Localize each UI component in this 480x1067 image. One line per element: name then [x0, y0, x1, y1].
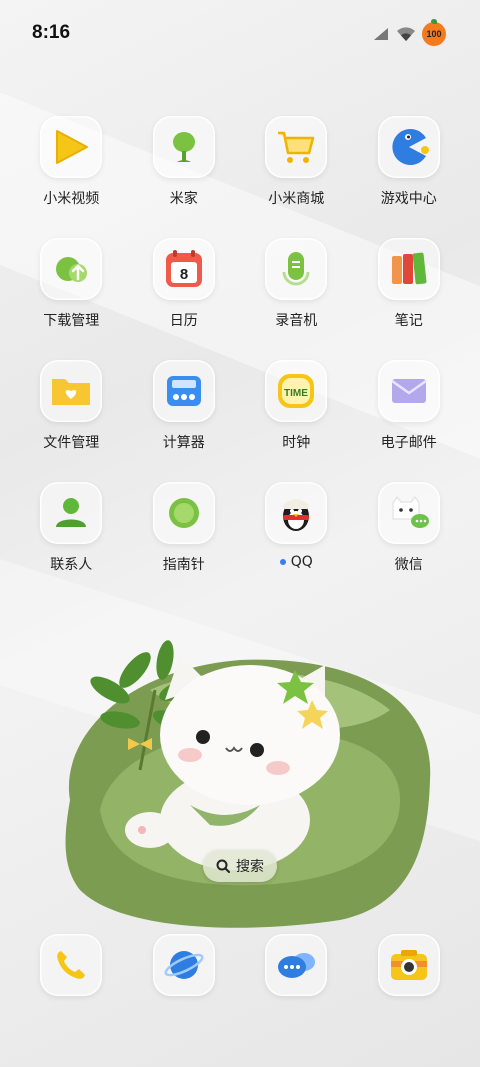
battery-icon: 100: [422, 19, 446, 46]
search-button[interactable]: 搜索: [203, 850, 277, 882]
app-label: 电子邮件: [380, 435, 437, 451]
app-label: 米家: [169, 191, 198, 207]
person-icon: [40, 482, 103, 544]
app-label: 小米视频: [43, 191, 100, 207]
calendar-day: 8: [180, 266, 188, 283]
dock-browser[interactable]: [128, 934, 241, 996]
app-label: 日历: [169, 313, 198, 329]
app-file-manager[interactable]: 文件管理: [15, 360, 128, 482]
search-label: 搜索: [236, 859, 264, 875]
app-email[interactable]: 电子邮件: [353, 360, 466, 482]
dock: [15, 934, 465, 996]
new-install-dot: [279, 559, 286, 565]
app-label: 文件管理: [43, 435, 100, 451]
signal-icon: [372, 27, 390, 41]
calculator-icon: [152, 360, 215, 422]
microphone-icon: [265, 238, 328, 300]
cart-icon: [265, 116, 328, 178]
app-calculator[interactable]: 计算器: [128, 360, 241, 482]
battery-level: 100: [426, 29, 442, 39]
phone-icon: [40, 934, 103, 996]
app-label: 联系人: [50, 557, 93, 573]
app-notes[interactable]: 笔记: [353, 238, 466, 360]
compass-icon: [152, 482, 215, 544]
app-game-center[interactable]: 游戏中心: [353, 116, 466, 238]
app-label: 下载管理: [43, 313, 100, 329]
play-icon: [40, 116, 103, 178]
app-recorder[interactable]: 录音机: [240, 238, 353, 360]
app-xiaomi-video[interactable]: 小米视频: [15, 116, 128, 238]
browser-planet-icon: [152, 934, 215, 996]
pacman-icon: [377, 116, 440, 178]
download-icon: [40, 238, 103, 300]
app-wechat[interactable]: 微信: [353, 482, 466, 604]
app-download-manager[interactable]: 下载管理: [15, 238, 128, 360]
dock-phone[interactable]: [15, 934, 128, 996]
app-label: 计算器: [162, 435, 205, 451]
app-calendar[interactable]: 8 日历: [128, 238, 241, 360]
app-compass[interactable]: 指南针: [128, 482, 241, 604]
app-label: 时钟: [282, 435, 311, 451]
clock-icon: TIME: [265, 360, 328, 422]
clock-text: TIME: [284, 388, 308, 399]
status-bar: 8:16 100: [0, 0, 480, 68]
messages-icon: [265, 934, 328, 996]
app-label: 微信: [394, 557, 423, 573]
app-xiaomi-mall[interactable]: 小米商城: [240, 116, 353, 238]
app-qq[interactable]: QQ: [240, 482, 353, 604]
envelope-icon: [377, 360, 440, 422]
status-time: 8:16: [32, 22, 71, 43]
app-grid: 小米视频 米家 小米商城 游戏中心 下载管理 8 日历 录音机 笔记 文件管理 …: [15, 116, 465, 604]
app-label: 笔记: [394, 313, 423, 329]
wallpaper-cat-illustration: [40, 630, 440, 930]
penguin-icon: [265, 482, 328, 544]
dock-camera[interactable]: [353, 934, 466, 996]
app-label: 指南针: [162, 557, 205, 573]
app-contacts[interactable]: 联系人: [15, 482, 128, 604]
status-icons: 100: [372, 19, 446, 46]
app-label: 录音机: [275, 313, 318, 329]
notebook-icon: [377, 238, 440, 300]
app-clock[interactable]: TIME 时钟: [240, 360, 353, 482]
cat-chat-icon: [377, 482, 440, 544]
lamp-icon: [152, 116, 215, 178]
wifi-icon: [396, 26, 416, 42]
app-label: 小米商城: [268, 191, 325, 207]
folder-icon: [40, 360, 103, 422]
app-mijia[interactable]: 米家: [128, 116, 241, 238]
camera-icon: [377, 934, 440, 996]
calendar-icon: 8: [152, 238, 215, 300]
app-label: QQ: [290, 554, 313, 570]
app-label-qq: QQ: [279, 554, 313, 570]
search-icon: [216, 859, 230, 873]
dock-messages[interactable]: [240, 934, 353, 996]
app-label: 游戏中心: [380, 191, 437, 207]
